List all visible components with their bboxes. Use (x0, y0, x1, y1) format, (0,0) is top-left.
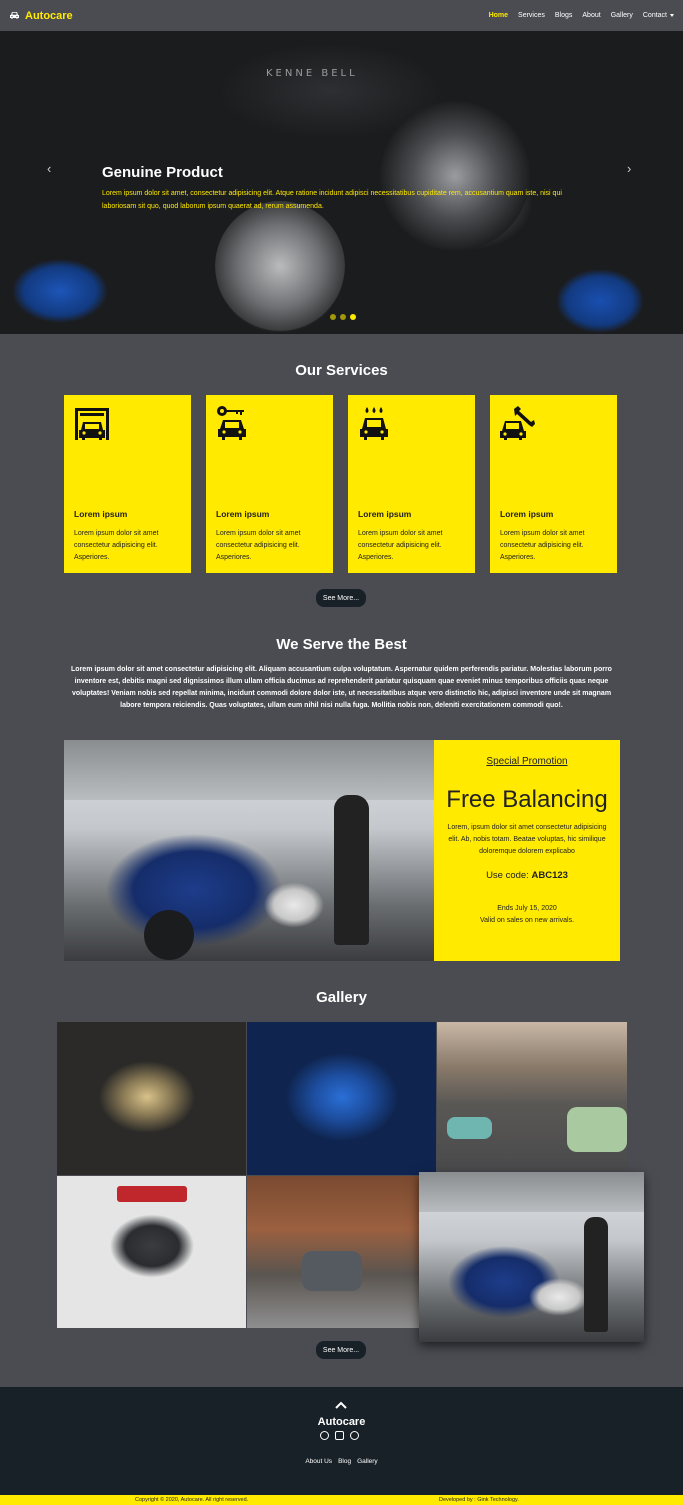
alternator-image (215, 201, 345, 331)
car-icon (10, 12, 19, 19)
service-card-title: Lorem ipsum (74, 509, 128, 519)
gallery-image-engine-block[interactable] (57, 1176, 246, 1328)
car-wash-icon (360, 407, 388, 440)
service-card[interactable]: Lorem ipsum Lorem ipsum dolor sit amet c… (64, 395, 191, 573)
nav-gallery[interactable]: Gallery (611, 12, 633, 19)
hero-image-text: KENNE BELL (266, 68, 358, 79)
promotion-text: Lorem, ipsum dolor sit amet consectetur … (447, 824, 607, 855)
promotion-image-canopy (64, 740, 434, 800)
services-title: Our Services (295, 362, 388, 379)
nav-blogs[interactable]: Blogs (555, 12, 573, 19)
gallery-car-teal (447, 1117, 492, 1139)
whatsapp-icon[interactable] (320, 1431, 329, 1440)
caret-down-icon (670, 13, 674, 17)
service-card[interactable]: Lorem ipsum Lorem ipsum dolor sit amet c… (348, 395, 475, 573)
carousel-indicators (330, 314, 356, 320)
promotion-image-wheel (144, 910, 194, 960)
service-card-text: Lorem ipsum dolor sit amet consectetur a… (216, 530, 301, 561)
serve-text: Lorem ipsum dolor sit amet consectetur a… (71, 666, 612, 709)
gallery-canopy (419, 1172, 644, 1212)
serve-title: We Serve the Best (276, 636, 407, 653)
promotion-image (64, 740, 434, 961)
service-card-title: Lorem ipsum (500, 509, 554, 519)
carousel-indicator[interactable] (330, 314, 336, 320)
gallery-car-green (567, 1107, 627, 1152)
nav-services[interactable]: Services (518, 12, 545, 19)
service-card-title: Lorem ipsum (216, 509, 270, 519)
promotion-headline: Free Balancing (446, 786, 608, 813)
service-card[interactable]: Lorem ipsum Lorem ipsum dolor sit amet c… (206, 395, 333, 573)
car-repair-icon (500, 406, 535, 440)
nav-about[interactable]: About (582, 12, 600, 19)
dribbble-icon[interactable] (350, 1431, 359, 1440)
gallery-title: Gallery (316, 989, 367, 1006)
gallery-image-rally-car[interactable] (419, 1172, 644, 1342)
service-card-title: Lorem ipsum (358, 509, 412, 519)
gallery-car-grey (302, 1251, 362, 1291)
gallery-image-brick-garage[interactable] (247, 1176, 419, 1328)
promotion-code: Use code: ABC123 (434, 870, 620, 881)
gallery-mechanic (584, 1217, 608, 1332)
service-card-text: Lorem ipsum dolor sit amet consectetur a… (500, 530, 585, 561)
service-card-text: Lorem ipsum dolor sit amet consectetur a… (358, 530, 443, 561)
nav-contact-dropdown[interactable]: Contact (643, 12, 674, 19)
footer-link-blog[interactable]: Blog (338, 1458, 351, 1465)
social-links (320, 1431, 359, 1440)
gallery-see-more-button[interactable]: See More... (316, 1341, 366, 1359)
promotion-code-label: Use code: (486, 870, 529, 881)
gallery-image-garage-cars[interactable] (437, 1022, 627, 1170)
footer-link-gallery[interactable]: Gallery (357, 1458, 378, 1465)
carousel-indicator[interactable] (340, 314, 346, 320)
footer-brand: Autocare (317, 1416, 366, 1428)
car-key-icon (217, 406, 246, 440)
hero-caption: Genuine Product Lorem ipsum dolor sit am… (102, 164, 592, 213)
service-card-text: Lorem ipsum dolor sit amet consectetur a… (74, 530, 159, 561)
promotion-section: Special Promotion Free Balancing Lorem, … (64, 740, 620, 961)
hero-title: Genuine Product (102, 164, 223, 181)
promotion-image-mechanic (334, 795, 369, 945)
chevron-up-icon[interactable] (335, 1399, 347, 1411)
gallery-image-blue-engine[interactable] (247, 1022, 436, 1175)
promotion-ends: Ends July 15, 2020 (497, 905, 557, 912)
promotion-code-value: ABC123 (531, 870, 568, 881)
promotion-valid: Valid on sales on new arrivals. (479, 917, 575, 924)
footer-link-about[interactable]: About Us (305, 1458, 332, 1465)
developer-text: Developed by : Gink Technology. (439, 1497, 519, 1503)
garage-car-icon (75, 408, 109, 440)
hero-carousel: KENNE BELL ‹ › Genuine Product Lorem ips… (0, 31, 683, 334)
footer: Autocare About Us Blog Gallery (0, 1387, 683, 1495)
carousel-next-icon[interactable]: › (627, 161, 631, 176)
gallery-image-engine-carburetor[interactable] (57, 1022, 246, 1175)
promotion-box: Special Promotion Free Balancing Lorem, … (434, 740, 620, 961)
gallery-intake-red (117, 1186, 187, 1202)
nav-links: Home Services Blogs About Gallery Contac… (489, 12, 674, 19)
copyright-bar: Copyright © 2020, Autocare. All right re… (0, 1495, 683, 1505)
copyright-text: Copyright © 2020, Autocare. All right re… (135, 1497, 249, 1503)
carousel-prev-icon[interactable]: ‹ (47, 161, 51, 176)
footer-links: About Us Blog Gallery (0, 1458, 683, 1465)
hero-text: Lorem ipsum dolor sit amet, consectetur … (102, 190, 562, 210)
services-see-more-button[interactable]: See More... (316, 589, 366, 607)
promotion-terms: Ends July 15, 2020 Valid on sales on new… (434, 903, 620, 927)
nav-contact-label: Contact (642, 12, 667, 19)
service-card[interactable]: Lorem ipsum Lorem ipsum dolor sit amet c… (490, 395, 617, 573)
brand-name: Autocare (25, 9, 73, 22)
service-cards: Lorem ipsum Lorem ipsum dolor sit amet c… (64, 395, 617, 573)
carousel-indicator-active[interactable] (350, 314, 356, 320)
gallery-grid (57, 1022, 644, 1342)
nav-home[interactable]: Home (489, 12, 508, 19)
promotion-label[interactable]: Special Promotion (434, 756, 620, 767)
instagram-icon[interactable] (335, 1431, 344, 1440)
navbar: Autocare Home Services Blogs About Galle… (0, 0, 683, 31)
brand-link[interactable]: Autocare (9, 10, 73, 22)
